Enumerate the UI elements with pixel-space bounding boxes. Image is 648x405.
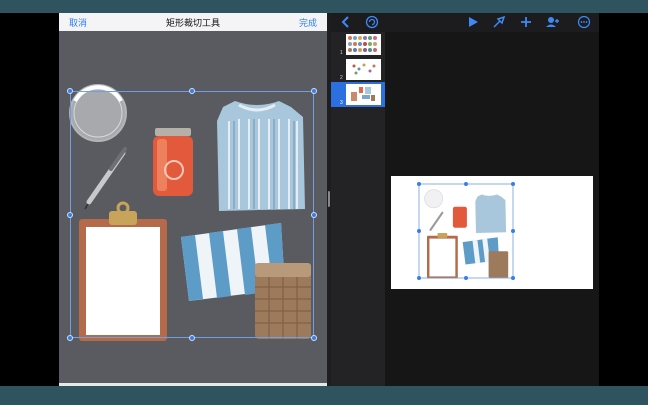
undo-icon[interactable] [365, 15, 379, 33]
window-frame: 取消 矩形裁切工具 完成 1 2 3 [0, 0, 648, 405]
person-add-icon[interactable] [545, 15, 561, 33]
slide-thumbnail-2[interactable]: 2 [331, 57, 385, 82]
crop-handle-bottom-right[interactable] [311, 335, 317, 341]
crop-tool-pane: 取消 矩形裁切工具 完成 [59, 13, 327, 386]
keynote-pane: 1 2 3 [331, 13, 599, 386]
slide-navigator: 1 2 3 [331, 32, 385, 386]
crop-handle-middle-right[interactable] [311, 212, 317, 218]
slide-number: 1 [340, 50, 343, 56]
crop-toolbar: 取消 矩形裁切工具 完成 [59, 13, 327, 31]
crop-selection-box[interactable] [70, 91, 314, 338]
slide-canvas[interactable] [385, 32, 599, 386]
split-view-handle[interactable] [328, 191, 330, 207]
slide-preview [346, 59, 381, 80]
crop-handle-bottom-center[interactable] [189, 335, 195, 341]
keynote-toolbar [331, 13, 599, 32]
ellipsis-icon[interactable] [577, 15, 591, 33]
slide-number: 3 [340, 100, 343, 106]
crop-handle-top-right[interactable] [311, 88, 317, 94]
plus-icon[interactable] [520, 15, 532, 33]
slide-thumbnail-1[interactable]: 1 [331, 32, 385, 57]
home-indicator-bar [59, 383, 327, 386]
paintbrush-icon[interactable] [492, 15, 506, 33]
done-button[interactable]: 完成 [299, 16, 317, 29]
crop-handle-bottom-left[interactable] [67, 335, 73, 341]
slide-number: 2 [340, 75, 343, 81]
chevron-left-icon[interactable] [341, 15, 351, 33]
ipad-screen: 取消 矩形裁切工具 完成 1 2 3 [0, 13, 648, 386]
crop-handle-middle-left[interactable] [67, 212, 73, 218]
crop-handle-top-center[interactable] [189, 88, 195, 94]
slide-preview [346, 84, 381, 105]
crop-handle-top-left[interactable] [67, 88, 73, 94]
placed-image[interactable] [391, 176, 593, 289]
crop-tool-title: 矩形裁切工具 [165, 18, 220, 28]
screen-edge [599, 13, 648, 386]
slide-preview [346, 34, 381, 55]
crop-canvas[interactable] [59, 31, 327, 386]
play-icon[interactable] [467, 15, 479, 33]
current-slide[interactable] [391, 176, 593, 289]
slide-thumbnail-3[interactable]: 3 [331, 82, 385, 107]
